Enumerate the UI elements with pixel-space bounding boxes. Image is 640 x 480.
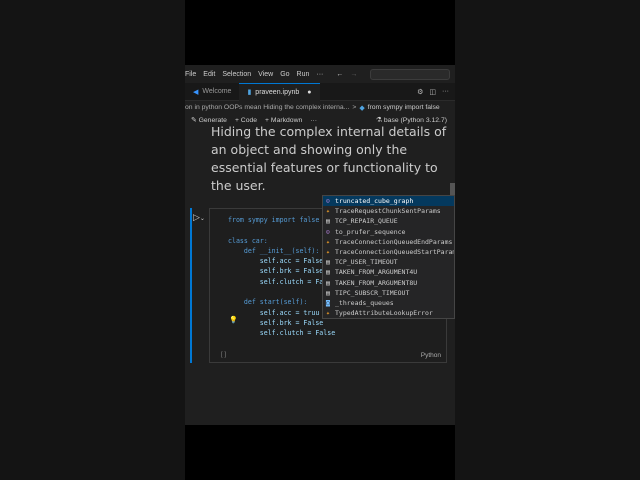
autocomplete-label: _threads_queues bbox=[335, 298, 394, 307]
autocomplete-label: TypedAttributeLookupError bbox=[335, 309, 433, 318]
code-line: self.clutch = False bbox=[228, 277, 336, 286]
autocomplete-label: TraceConnectionQueuedEndParams bbox=[335, 237, 453, 246]
autocomplete-item[interactable]: ▤ TCP_USER_TIMEOUT bbox=[323, 257, 454, 267]
code-line: from sympy import false bbox=[228, 216, 320, 224]
autocomplete-item[interactable]: ▤ TAKEN_FROM_ARGUMENT4U bbox=[323, 267, 454, 277]
autocomplete-label: TIPC_SUBSCR_TIMEOUT bbox=[335, 288, 410, 297]
autocomplete-item[interactable]: ✦ TraceConnectionQueuedStartParams bbox=[323, 247, 454, 257]
breadcrumb: on in python OOPs mean Hiding the comple… bbox=[185, 101, 455, 114]
class-icon: ✦ bbox=[326, 309, 330, 318]
tab-label: Welcome bbox=[202, 88, 232, 95]
lightbulb-icon[interactable]: 💡 bbox=[229, 316, 238, 324]
code-line: def __init__(self): bbox=[228, 246, 320, 255]
cell-execution-count: [ ] bbox=[221, 352, 227, 358]
cell-language[interactable]: Python bbox=[421, 352, 441, 359]
autocomplete-label: TraceConnectionQueuedStartParams bbox=[335, 247, 455, 256]
autocomplete-label: TraceRequestChunkSentParams bbox=[335, 207, 441, 216]
autocomplete-item[interactable]: ▤ TCP_REPAIR_QUEUE bbox=[323, 216, 454, 226]
autocomplete-item[interactable]: ⊙ truncated_cube_graph bbox=[323, 196, 454, 207]
menu-file[interactable]: File bbox=[185, 71, 196, 78]
tab-welcome[interactable]: ◀ Welcome bbox=[185, 83, 239, 101]
blurred-background-right bbox=[455, 0, 640, 480]
autocomplete-item[interactable]: ✦ TypedAttributeLookupError bbox=[323, 308, 454, 318]
code-editor[interactable]: from sympy import false class car: def __… bbox=[228, 215, 335, 339]
cell-icon: ◆ bbox=[359, 104, 365, 112]
code-line: def start(self): bbox=[228, 298, 308, 307]
breadcrumb-item[interactable]: from sympy import false bbox=[368, 104, 440, 111]
code-line: self.acc = truu bbox=[228, 308, 320, 317]
autocomplete-item[interactable]: ✦ TraceConnectionQueuedEndParams bbox=[323, 237, 454, 247]
autocomplete-label: truncated_cube_graph bbox=[335, 197, 414, 205]
markdown-cell[interactable]: Hiding the complex internal details of a… bbox=[211, 123, 451, 195]
class-icon: ✦ bbox=[326, 207, 330, 216]
autocomplete-label: TCP_USER_TIMEOUT bbox=[335, 258, 398, 267]
code-line: self.clutch = False bbox=[228, 329, 336, 338]
breadcrumb-separator: > bbox=[352, 104, 357, 111]
split-editor-icon[interactable]: ◫ bbox=[429, 88, 436, 96]
code-line: self.brk = False bbox=[228, 267, 324, 276]
menu-run[interactable]: Run bbox=[297, 71, 310, 78]
class-icon: ✦ bbox=[326, 247, 330, 256]
autocomplete-item[interactable]: ⊙ to_prufer_sequence bbox=[323, 227, 454, 237]
class-icon: ✦ bbox=[326, 237, 330, 246]
tab-label: praveen.ipynb bbox=[255, 88, 300, 96]
constant-icon: ▤ bbox=[326, 278, 330, 287]
menu-more[interactable]: ··· bbox=[316, 71, 323, 78]
autocomplete-label: TCP_REPAIR_QUEUE bbox=[335, 217, 398, 226]
constant-icon: ▤ bbox=[326, 268, 330, 277]
gear-icon[interactable]: ⚙ bbox=[417, 88, 423, 96]
code-line: self.acc = False bbox=[228, 257, 324, 266]
menu-view[interactable]: View bbox=[258, 71, 273, 78]
autocomplete-popup: ⊙ truncated_cube_graph ✦ TraceRequestChunkS… bbox=[322, 195, 455, 320]
menu-edit[interactable]: Edit bbox=[203, 71, 215, 78]
back-arrow-icon[interactable]: ← bbox=[336, 71, 343, 78]
autocomplete-label: to_prufer_sequence bbox=[335, 227, 406, 236]
function-icon: ⊙ bbox=[326, 227, 330, 236]
code-line: self.brk = False bbox=[228, 318, 324, 327]
module-icon: ◙ bbox=[326, 298, 330, 307]
constant-icon: ▤ bbox=[326, 258, 330, 267]
tab-bar: ◀ Welcome ▮ praveen.ipynb ● ⚙ ◫ ··· bbox=[185, 82, 455, 101]
forward-arrow-icon[interactable]: → bbox=[350, 71, 357, 78]
notebook-file-icon: ▮ bbox=[247, 89, 252, 96]
breadcrumb-item[interactable]: on in python OOPs mean Hiding the comple… bbox=[185, 104, 349, 111]
run-cell-icon[interactable]: ▷⌄ bbox=[193, 212, 205, 223]
vscode-logo-icon: ◀ bbox=[193, 88, 199, 96]
vscode-window: File Edit Selection View Go Run ··· ← → … bbox=[185, 65, 455, 425]
autocomplete-item[interactable]: ▤ TIPC_SUBSCR_TIMEOUT bbox=[323, 288, 454, 298]
more-actions-icon[interactable]: ··· bbox=[442, 88, 449, 96]
menu-bar: File Edit Selection View Go Run ··· ← → bbox=[185, 65, 455, 83]
menu-selection[interactable]: Selection bbox=[222, 71, 251, 78]
autocomplete-label: TAKEN_FROM_ARGUMENT4U bbox=[335, 268, 418, 277]
constant-icon: ▤ bbox=[326, 288, 330, 297]
code-line: class car: bbox=[228, 236, 268, 245]
blurred-background-left bbox=[0, 0, 185, 480]
autocomplete-item[interactable]: ◙ _threads_queues bbox=[323, 298, 454, 308]
autocomplete-item[interactable]: ▤ TAKEN_FROM_ARGUMENT8U bbox=[323, 278, 454, 288]
menu-go[interactable]: Go bbox=[280, 71, 289, 78]
cell-focus-indicator bbox=[190, 208, 192, 363]
unsaved-dot-icon[interactable]: ● bbox=[307, 89, 311, 96]
tab-praveen-ipynb[interactable]: ▮ praveen.ipynb ● bbox=[239, 82, 320, 101]
function-icon: ⊙ bbox=[326, 197, 330, 205]
autocomplete-label: TAKEN_FROM_ARGUMENT8U bbox=[335, 278, 418, 287]
command-center-search[interactable] bbox=[370, 68, 451, 80]
constant-icon: ▤ bbox=[326, 217, 330, 226]
autocomplete-item[interactable]: ✦ TraceRequestChunkSentParams bbox=[323, 206, 454, 216]
